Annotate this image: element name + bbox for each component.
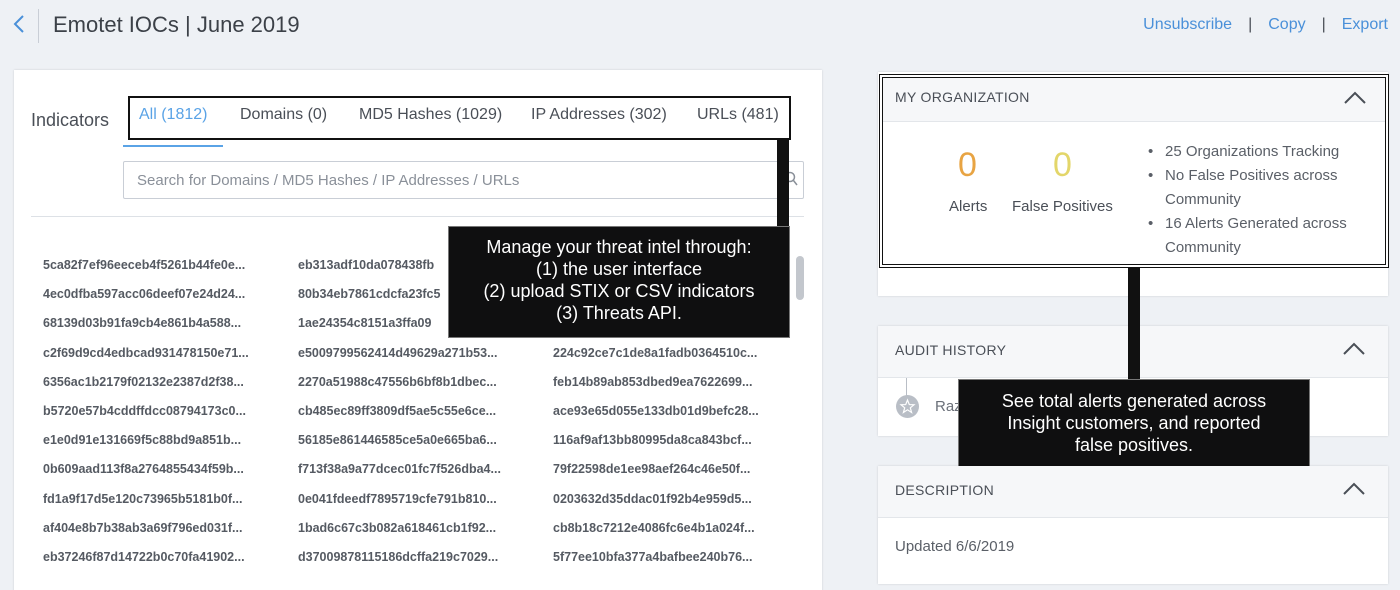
hash-value[interactable]: d37009878115186dcffa219c7029... [298, 550, 498, 564]
header-actions: Unsubscribe | Copy | Export [1143, 16, 1388, 34]
description-card: DESCRIPTION Updated 6/6/2019 [878, 466, 1388, 584]
hash-value[interactable]: 80b34eb7861cdcfa23fc5 [298, 287, 440, 301]
organization-title: MY ORGANIZATION [895, 89, 1030, 105]
chevron-up-icon[interactable] [1342, 481, 1366, 497]
hash-value[interactable]: c2f69d9cd4edbcad931478150e71... [43, 346, 249, 360]
stat-item: 16 Alerts Generated across Community [1146, 212, 1376, 260]
hash-value[interactable]: b5720e57b4cddffdcc08794173c0... [43, 404, 246, 418]
hash-value[interactable]: 68139d03b91fa9cb4e861b4a588... [43, 316, 241, 330]
hash-value[interactable]: eb37246f87d14722b0c70fa41902... [43, 550, 245, 564]
hash-value[interactable]: 116af9af13bb80995da8ca843bcf... [553, 433, 752, 447]
header-divider [38, 9, 39, 43]
description-text: Updated 6/6/2019 [895, 538, 1015, 555]
hash-value[interactable]: 6356ac1b2179f02132e2387d2f38... [43, 375, 244, 389]
callout-connector [1128, 268, 1140, 380]
chevron-up-icon[interactable] [1343, 90, 1367, 106]
unsubscribe-link[interactable]: Unsubscribe [1143, 16, 1232, 34]
chevron-up-icon[interactable] [1342, 341, 1366, 357]
organization-stats: 25 Organizations Tracking No False Posit… [1146, 140, 1376, 260]
alerts-callout: See total alerts generated across Insigh… [958, 379, 1310, 471]
threat-intel-callout: Manage your threat intel through: (1) th… [448, 226, 790, 338]
audit-avatar [896, 395, 919, 418]
active-tab-indicator [123, 145, 223, 147]
back-chevron-icon [13, 15, 24, 33]
hash-value[interactable]: e1e0d91e131669f5c88bd9a851b... [43, 433, 241, 447]
back-button[interactable] [10, 12, 36, 40]
tab-domains[interactable]: Domains (0) [240, 106, 327, 124]
description-title: DESCRIPTION [895, 482, 994, 498]
hash-value[interactable]: af404e8b7b38ab3a69f796ed031f... [43, 521, 242, 535]
action-separator: | [1321, 16, 1326, 33]
hash-value[interactable]: 56185e861446585ce5a0e665ba6... [298, 433, 497, 447]
page-title: Emotet IOCs | June 2019 [53, 12, 300, 37]
hash-value[interactable]: feb14b89ab853dbed9ea7622699... [553, 375, 752, 389]
hash-value[interactable]: f713f38a9a77dcec01fc7f526dba4... [298, 462, 501, 476]
hash-value[interactable]: fd1a9f17d5e120c73965b5181b0f... [43, 492, 242, 506]
hash-value[interactable]: 79f22598de1ee98aef264c46e50f... [553, 462, 750, 476]
callout-line: (2) upload STIX or CSV indicators [483, 281, 755, 301]
hash-value[interactable]: 2270a51988c47556b6bf8b1dbec... [298, 375, 497, 389]
organization-header: MY ORGANIZATION [883, 78, 1385, 122]
stat-item: 25 Organizations Tracking [1146, 140, 1376, 164]
top-bar: Emotet IOCs | June 2019 Unsubscribe | Co… [0, 0, 1400, 52]
alerts-label: Alerts [949, 198, 988, 215]
hash-value[interactable]: 0b609aad113f8a2764855434f59b... [43, 462, 244, 476]
stat-item: No False Positives across Community [1146, 164, 1376, 212]
scrollbar-thumb[interactable] [796, 256, 804, 300]
hash-value[interactable]: 1bad6c67c3b082a618461cb1f92... [298, 521, 496, 535]
copy-link[interactable]: Copy [1268, 16, 1305, 34]
false-positives-label: False Positives [1012, 198, 1113, 215]
description-header: DESCRIPTION [878, 466, 1388, 518]
callout-line: Manage your threat intel through: [486, 237, 752, 257]
hash-value[interactable]: e5009799562414d49629a271b53... [298, 346, 498, 360]
search-divider [31, 216, 804, 217]
alerts-count: 0 [958, 146, 977, 184]
tab-urls[interactable]: URLs (481) [697, 106, 779, 124]
star-icon [899, 398, 916, 414]
hash-value[interactable]: 0e041fdeedf7895719cfe791b810... [298, 492, 497, 506]
callout-line: false positives. [1074, 435, 1194, 455]
tab-ip-addresses[interactable]: IP Addresses (302) [531, 106, 667, 124]
false-positives-count: 0 [1053, 146, 1072, 184]
search-input[interactable] [123, 161, 804, 199]
hash-value[interactable]: 224c92ce7c1de8a1fadb0364510c... [553, 346, 757, 360]
hash-value[interactable]: 5ca82f7ef96eeceb4f5261b44fe0e... [43, 258, 245, 272]
hash-value[interactable]: eb313adf10da078438fb [298, 258, 434, 272]
callout-line: See total alerts generated across [1001, 391, 1267, 411]
organization-content: MY ORGANIZATION 0 Alerts 0 False Positiv… [883, 78, 1385, 264]
callout-connector [777, 138, 789, 228]
hash-value[interactable]: cb485ec89ff3809df5ae5c55e6ce... [298, 404, 496, 418]
callout-line: (3) Threats API. [556, 303, 682, 323]
audit-history-title: AUDIT HISTORY [895, 342, 1007, 358]
hash-value[interactable]: 4ec0dfba597acc06deef07e24d24... [43, 287, 245, 301]
hash-value[interactable]: 5f77ee10bfa377a4bafbee240b76... [553, 550, 752, 564]
callout-line: Insight customers, and reported [1007, 413, 1261, 433]
hash-value[interactable]: cb8b18c7212e4086fc6e4b1a024f... [553, 521, 755, 535]
callout-line: (1) the user interface [535, 259, 703, 279]
action-separator: | [1248, 16, 1253, 33]
tab-md5-hashes[interactable]: MD5 Hashes (1029) [359, 106, 502, 124]
hash-value[interactable]: 1ae24354c8151a3ffa09 [298, 316, 431, 330]
hash-value[interactable]: ace93e65d055e133db01d9befc28... [553, 404, 759, 418]
hash-value[interactable]: 0203632d35ddac01f92b4e959d5... [553, 492, 752, 506]
tab-all[interactable]: All (1812) [139, 106, 207, 124]
export-link[interactable]: Export [1342, 16, 1388, 34]
indicators-label: Indicators [31, 110, 110, 130]
